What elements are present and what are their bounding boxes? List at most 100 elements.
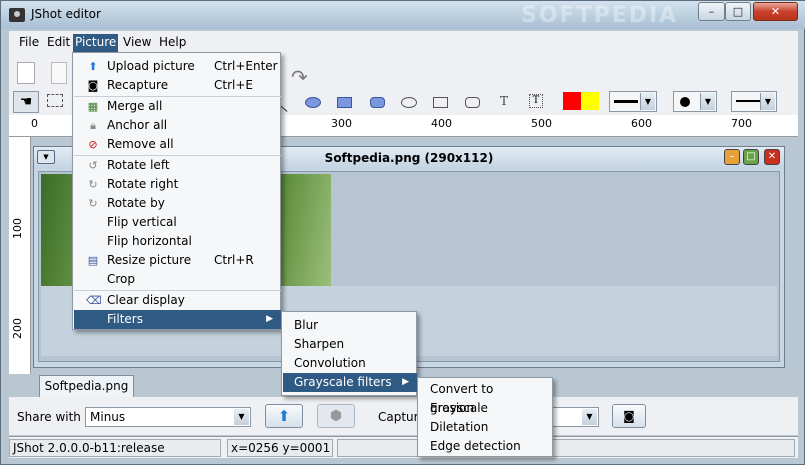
window-title: JShot editor bbox=[31, 7, 101, 21]
filled-rect-tool-icon[interactable] bbox=[337, 97, 352, 108]
rotate-right-icon: ↻ bbox=[88, 178, 98, 191]
menu-item-anchor-all[interactable]: 🔒︎ Anchor all bbox=[74, 116, 281, 135]
clear-icon: ⌫ bbox=[86, 294, 102, 307]
doc-maximize-icon[interactable]: □ bbox=[743, 149, 759, 165]
menu-item-resize-picture[interactable]: ▤ Resize picture Ctrl+R bbox=[74, 251, 281, 270]
text-tool-icon[interactable]: T bbox=[500, 94, 508, 108]
share-select[interactable]: Minus ▼ bbox=[85, 407, 251, 427]
menu-item-merge-all[interactable]: ▦ Merge all bbox=[74, 97, 281, 116]
menu-item-rotate-by[interactable]: ↻ Rotate by bbox=[74, 194, 281, 213]
menu-item-convert-grayscale[interactable]: Convert to grayscale bbox=[419, 380, 553, 415]
menu-item-flip-vertical[interactable]: Flip vertical bbox=[74, 213, 281, 232]
menu-item-crop[interactable]: Crop bbox=[74, 270, 281, 289]
open-icon[interactable] bbox=[51, 62, 67, 84]
roundrect-tool-icon[interactable] bbox=[465, 97, 480, 108]
menu-edit[interactable]: Edit bbox=[45, 34, 72, 52]
watermark: SOFTPEDIA bbox=[521, 3, 679, 28]
point-style-dropdown[interactable]: ▼ bbox=[673, 91, 717, 112]
menu-help[interactable]: Help bbox=[157, 34, 188, 52]
message-status bbox=[337, 439, 795, 457]
menu-item-upload-picture[interactable]: ⬆ Upload picture Ctrl+Enter bbox=[74, 57, 281, 76]
ruler-label: 200 bbox=[11, 318, 24, 339]
chevron-down-icon: ▼ bbox=[700, 93, 715, 110]
menu-item-grayscale-filters[interactable]: Grayscale filters ▶ bbox=[283, 373, 417, 392]
menu-item-convolution[interactable]: Convolution bbox=[283, 354, 417, 373]
rect-tool-icon[interactable] bbox=[433, 97, 448, 108]
document-menu-icon[interactable]: ▼ bbox=[37, 150, 55, 164]
filled-ellipse-tool-icon[interactable] bbox=[305, 97, 321, 108]
ruler-label: 400 bbox=[431, 117, 452, 130]
close-button[interactable]: ✕ bbox=[753, 2, 798, 21]
line-style-dropdown[interactable]: ▼ bbox=[731, 91, 777, 112]
ellipse-tool-icon[interactable] bbox=[401, 97, 417, 108]
coordinates-status: x=0256 y=0001 bbox=[227, 439, 333, 457]
hand-icon[interactable]: ☚ bbox=[13, 91, 39, 113]
stop-button[interactable]: ⬢ bbox=[317, 404, 355, 428]
doc-close-icon[interactable]: ✕ bbox=[764, 149, 780, 165]
menu-item-diletation[interactable]: Diletation bbox=[419, 418, 553, 437]
share-label: Share with bbox=[17, 410, 81, 424]
filled-roundrect-tool-icon[interactable] bbox=[370, 97, 385, 108]
menu-item-sharpen[interactable]: Sharpen bbox=[283, 335, 417, 354]
remove-icon: ⊘ bbox=[88, 138, 98, 151]
chevron-down-icon: ▼ bbox=[582, 409, 597, 425]
maximize-button[interactable]: □ bbox=[725, 2, 751, 21]
lock-icon: 🔒︎ bbox=[90, 119, 96, 132]
filters-submenu: Blur Sharpen Convolution Grayscale filte… bbox=[281, 311, 417, 396]
capture-button[interactable]: ◙ bbox=[612, 404, 646, 428]
ruler-label: 100 bbox=[11, 218, 24, 239]
ruler-label: 0 bbox=[31, 117, 38, 130]
new-icon[interactable] bbox=[17, 62, 35, 84]
vertical-ruler: 100 200 bbox=[9, 137, 31, 374]
version-status: JShot 2.0.0.0-b11:release bbox=[9, 439, 221, 457]
upload-button[interactable]: ⬆ bbox=[265, 404, 303, 428]
picture-menu: ⬆ Upload picture Ctrl+Enter ◙ Recapture Ctrl… bbox=[72, 52, 281, 330]
redo-icon[interactable]: ↷ bbox=[291, 65, 315, 89]
menu-item-rotate-left[interactable]: ↺ Rotate left bbox=[74, 156, 281, 175]
camera-icon bbox=[9, 8, 25, 22]
select-icon[interactable] bbox=[47, 94, 63, 107]
menu-item-remove-all[interactable]: ⊘ Remove all bbox=[74, 135, 281, 154]
ruler-label: 500 bbox=[531, 117, 552, 130]
menu-view[interactable]: View bbox=[121, 34, 153, 52]
camera-icon: ◙ bbox=[623, 409, 635, 423]
stop-icon: ⬢ bbox=[329, 408, 343, 424]
submenu-arrow-icon: ▶ bbox=[266, 314, 273, 324]
secondary-color-swatch[interactable] bbox=[581, 92, 599, 110]
title-bar[interactable]: JShot editor SOFTPEDIA – □ ✕ bbox=[1, 1, 805, 29]
stroke-width-dropdown[interactable]: ▼ bbox=[609, 91, 657, 112]
rotate-icon: ↻ bbox=[88, 197, 98, 210]
camera-icon: ◙ bbox=[87, 79, 99, 92]
share-bar: Share with Minus ▼ ⬆ ⬢ Capture ▼ ◙ bbox=[9, 397, 798, 435]
upload-icon: ⬆ bbox=[277, 407, 291, 425]
menu-item-erosion[interactable]: Erosion bbox=[419, 399, 553, 418]
ruler-label: 700 bbox=[731, 117, 752, 130]
rotate-left-icon: ↺ bbox=[88, 159, 98, 172]
menu-item-flip-horizontal[interactable]: Flip horizontal bbox=[74, 232, 281, 251]
menu-item-recapture[interactable]: ◙ Recapture Ctrl+E bbox=[74, 76, 281, 95]
menu-item-clear-display[interactable]: ⌫ Clear display bbox=[74, 291, 281, 310]
chevron-down-icon: ▼ bbox=[640, 93, 655, 110]
upload-icon: ⬆ bbox=[88, 60, 98, 73]
menu-file[interactable]: File bbox=[17, 34, 41, 52]
grayscale-submenu: Convert to grayscale Erosion Diletation … bbox=[417, 377, 553, 457]
document-tab[interactable]: Softpedia.png bbox=[39, 375, 134, 397]
merge-icon: ▦ bbox=[87, 100, 99, 113]
menu-item-filters[interactable]: Filters ▶ bbox=[74, 310, 281, 329]
resize-icon: ▤ bbox=[87, 254, 99, 267]
submenu-arrow-icon: ▶ bbox=[402, 377, 409, 387]
share-value: Minus bbox=[90, 410, 126, 424]
menu-item-rotate-right[interactable]: ↻ Rotate right bbox=[74, 175, 281, 194]
menu-item-blur[interactable]: Blur bbox=[283, 316, 417, 335]
menu-item-edge-detection[interactable]: Edge detection bbox=[419, 437, 553, 456]
capture-select[interactable]: ▼ bbox=[549, 407, 599, 427]
doc-minimize-icon[interactable]: – bbox=[724, 149, 740, 165]
status-bar: JShot 2.0.0.0-b11:release x=0256 y=0001 bbox=[9, 436, 798, 458]
chevron-down-icon: ▼ bbox=[760, 93, 775, 110]
ruler-label: 300 bbox=[331, 117, 352, 130]
chevron-down-icon: ▼ bbox=[234, 409, 249, 425]
menu-picture[interactable]: Picture bbox=[73, 34, 119, 52]
textbox-tool-icon[interactable]: T bbox=[529, 94, 543, 108]
minimize-button[interactable]: – bbox=[698, 2, 725, 21]
primary-color-swatch[interactable] bbox=[563, 92, 581, 110]
